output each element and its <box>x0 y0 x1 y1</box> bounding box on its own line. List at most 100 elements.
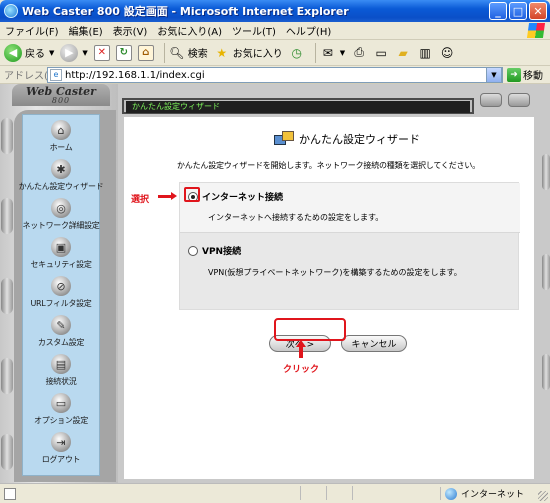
chevron-down-icon[interactable]: ▼ <box>49 49 54 57</box>
sidebar-item-label: ネットワーク詳細設定 <box>22 221 100 230</box>
menu-file[interactable]: ファイル(F) <box>0 23 64 38</box>
search-label: 検索 <box>187 49 208 60</box>
page-status-icon <box>4 487 16 500</box>
status-pane <box>300 486 324 500</box>
decorative-knob <box>1 118 13 154</box>
search-icon: 🔍︎ <box>169 45 185 60</box>
cancel-button[interactable]: キャンセル <box>341 335 407 352</box>
option-internet-description: インターネットへ接続するための設定をします。 <box>208 213 384 222</box>
research-icon: ▥ <box>419 45 431 60</box>
sidebar-item-network[interactable]: ◎ ネットワーク詳細設定 <box>22 197 100 236</box>
maximize-button[interactable]: □ <box>509 2 527 20</box>
go-label: 移動 <box>523 71 543 82</box>
lock-icon: ▣ <box>51 237 71 257</box>
folder-button[interactable]: ▰ <box>395 45 411 61</box>
home-icon: ⌂ <box>51 120 71 140</box>
sidebar-item-label: かんたん設定ウィザード <box>18 182 104 191</box>
sidebar-item-label: ホーム <box>49 143 73 152</box>
option-vpn[interactable]: VPN接続 <box>188 244 241 257</box>
messenger-icon: ☺ <box>440 45 454 60</box>
option-vpn-description: VPN(仮想プライベートネットワーク)を構築するための設定をします。 <box>208 268 462 277</box>
decorative-knob <box>1 434 13 470</box>
connection-options: インターネット接続 インターネットへ接続するための設定をします。 VPN接続 V… <box>179 182 520 310</box>
home-icon: ⌂ <box>137 44 154 61</box>
network-icon: ◎ <box>51 198 71 218</box>
header-display: かんたん設定ウィザード <box>126 101 470 113</box>
status-icon: ▤ <box>51 354 71 374</box>
back-button[interactable]: ◀ 戻る ▼ <box>4 43 54 62</box>
back-label: 戻る <box>25 49 45 60</box>
history-button[interactable]: ◷ <box>289 45 305 61</box>
option-internet-row: インターネット接続 インターネットへ接続するための設定をします。 <box>180 183 520 233</box>
decorative-knob <box>480 93 502 107</box>
sidebar: ⌂ ホーム ✱ かんたん設定ウィザード ◎ ネットワーク詳細設定 ▣ セキュリテ… <box>19 114 104 476</box>
chevron-down-icon[interactable]: ▼ <box>82 49 87 57</box>
sidebar-item-wizard[interactable]: ✱ かんたん設定ウィザード <box>19 158 104 197</box>
history-icon: ◷ <box>291 45 303 60</box>
print-button[interactable]: ⎙ <box>351 45 367 61</box>
sidebar-item-logout[interactable]: ⇥ ログアウト <box>22 431 100 470</box>
globe-icon <box>445 487 457 500</box>
resize-grip-icon[interactable] <box>538 491 548 501</box>
wizard-description: かんたん設定ウィザードを開始します。ネットワーク接続の種類を選択してください。 <box>177 161 480 170</box>
forward-button[interactable]: ▶ ▼ <box>60 43 88 62</box>
refresh-button[interactable]: ↻ <box>115 44 132 61</box>
discuss-button[interactable]: ▥ <box>417 45 433 61</box>
favorites-button[interactable]: ★ お気に入り <box>214 45 283 61</box>
sidebar-item-label: URLフィルタ設定 <box>30 299 92 308</box>
logo: Web Caster 800 <box>12 84 110 106</box>
decorative-knob <box>508 93 530 107</box>
sidebar-item-options[interactable]: ▭ オプション設定 <box>22 392 100 431</box>
title-bar: Web Caster 800 設定画面 - Microsoft Internet… <box>0 0 550 22</box>
printer-icon: ⎙ <box>354 45 364 59</box>
mail-button[interactable]: ✉ ▼ <box>320 45 345 61</box>
menu-view[interactable]: 表示(V) <box>108 23 153 38</box>
address-input[interactable] <box>65 69 465 81</box>
right-knobs <box>542 114 550 474</box>
minimize-button[interactable]: _ <box>489 2 507 20</box>
decorative-knob <box>542 354 550 390</box>
messenger-button[interactable]: ☺ <box>439 45 455 61</box>
logo-main-text: Web Caster <box>26 84 96 98</box>
wrench-icon: ✎ <box>51 315 71 335</box>
sidebar-item-url-filter[interactable]: ⊘ URLフィルタ設定 <box>22 275 100 314</box>
page-icon: e <box>50 69 62 81</box>
toolbar: ◀ 戻る ▼ ▶ ▼ ✕ ↻ ⌂ 🔍︎ 検索 ★ お気に入り ◷ ✉ ▼ ⎙ ▭… <box>0 40 550 66</box>
wizard-icon: ✱ <box>51 159 71 179</box>
menu-help[interactable]: ヘルプ(H) <box>281 23 336 38</box>
zone-label: インターネット <box>461 490 525 500</box>
close-button[interactable]: ✕ <box>529 2 547 20</box>
address-dropdown-icon[interactable]: ▼ <box>486 67 502 83</box>
sidebar-item-security[interactable]: ▣ セキュリティ設定 <box>22 236 100 275</box>
address-field[interactable]: e ▼ <box>47 67 503 83</box>
decorative-knob <box>1 198 13 234</box>
options-icon: ▭ <box>51 393 71 413</box>
page-content: Web Caster 800 ⌂ ホーム ✱ かんたん設定ウィザード ◎ ネット… <box>0 84 550 483</box>
sidebar-item-home[interactable]: ⌂ ホーム <box>22 119 100 158</box>
toolbar-divider <box>314 42 316 63</box>
home-button[interactable]: ⌂ <box>137 44 154 61</box>
sidebar-item-status[interactable]: ▤ 接続状況 <box>22 353 100 392</box>
stop-button[interactable]: ✕ <box>93 44 110 61</box>
logout-icon: ⇥ <box>51 432 71 452</box>
menu-edit[interactable]: 編集(E) <box>64 23 108 38</box>
option-internet[interactable]: インターネット接続 <box>188 190 283 203</box>
search-button[interactable]: 🔍︎ 検索 <box>169 45 208 61</box>
internet-explorer-icon <box>4 4 18 18</box>
folder-icon: ▰ <box>398 45 408 60</box>
go-button[interactable]: ➜ 移動 <box>507 67 543 82</box>
sidebar-item-label: オプション設定 <box>34 416 88 425</box>
favorites-label: お気に入り <box>232 49 283 60</box>
back-arrow-icon: ◀ <box>4 43 22 62</box>
sidebar-item-label: カスタム設定 <box>37 338 85 347</box>
mail-icon: ✉ <box>322 45 333 60</box>
menu-tools[interactable]: ツール(T) <box>227 23 281 38</box>
edit-button[interactable]: ▭ <box>373 45 389 61</box>
sidebar-item-label: ログアウト <box>41 455 81 464</box>
main-frame: かんたん設定ウィザード かんたん設定ウィザード かんたん設定ウィザードを開始しま… <box>118 84 550 483</box>
menu-favorites[interactable]: お気に入り(A) <box>152 23 227 38</box>
annotation-arrow-right <box>158 192 177 200</box>
radio-vpn[interactable] <box>188 245 198 256</box>
sidebar-item-custom[interactable]: ✎ カスタム設定 <box>22 314 100 353</box>
window-title: Web Caster 800 設定画面 - Microsoft Internet… <box>22 5 349 18</box>
